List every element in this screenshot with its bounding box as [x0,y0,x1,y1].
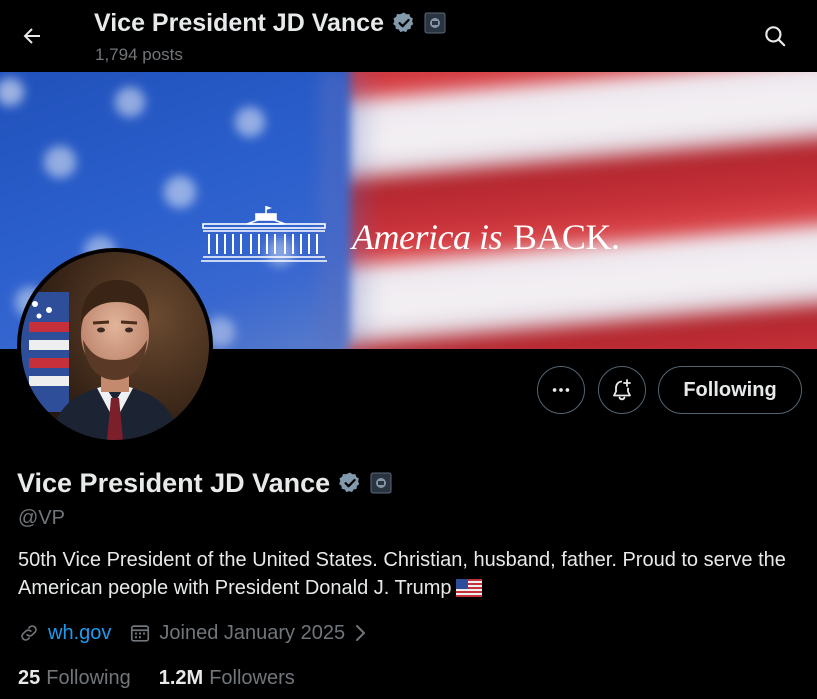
banner-tagline: America is BACK. [352,216,620,258]
following-stat[interactable]: 25 Following [18,667,131,690]
following-count: 25 [18,666,41,689]
profile-website-link[interactable]: wh.gov [48,622,111,645]
avatar-portrait [21,252,209,440]
profile-bio: 50th Vice President of the United States… [18,546,798,602]
followers-count: 1.2M [158,666,204,689]
search-button[interactable] [756,18,794,54]
government-badge-icon[interactable] [370,472,392,494]
profile-stats-row: 25 Following 1.2M Followers [18,664,295,692]
following-button[interactable]: Following [658,366,802,414]
banner-tagline-italic: America is [352,217,502,257]
verified-badge-icon[interactable] [338,471,362,495]
profile-meta-row: wh.gov Joined January 2025 [18,619,369,647]
search-icon [765,26,786,47]
white-house-logo [201,206,327,262]
followers-stat[interactable]: 1.2M Followers [159,667,295,690]
profile-joined[interactable]: Joined January 2025 [129,622,369,645]
profile-name-row: Vice President JD Vance [17,465,392,501]
more-options-button[interactable] [537,366,585,414]
arrow-left-icon [23,28,40,44]
back-button[interactable] [14,18,50,54]
header-title: Vice President JD Vance [94,8,384,37]
link-icon [21,625,37,641]
chevron-right-icon [356,625,366,641]
top-header-bar: Vice President JD Vance 1,794 posts [0,0,817,72]
following-label: Following [46,666,131,689]
profile-website[interactable]: wh.gov [18,622,111,645]
profile-bio-text: 50th Vice President of the United States… [18,549,786,599]
notifications-button[interactable] [598,366,646,414]
calendar-icon [131,625,150,642]
banner-canton-blend [320,72,380,349]
profile-joined-text: Joined January 2025 [159,621,346,644]
banner-tagline-upright: BACK. [512,217,620,257]
profile-display-name: Vice President JD Vance [17,467,331,498]
government-badge-icon[interactable] [424,12,446,34]
followers-label: Followers [209,666,295,689]
header-posts-count: 1,794 posts [95,45,183,64]
profile-avatar[interactable] [17,248,213,444]
header-title-row: Vice President JD Vance [94,6,446,40]
bell-plus-icon [613,379,631,401]
more-horizontal-icon [552,388,570,392]
verified-badge-icon[interactable] [392,11,416,35]
us-flag-emoji [455,579,482,597]
profile-handle: @VP [18,507,65,529]
